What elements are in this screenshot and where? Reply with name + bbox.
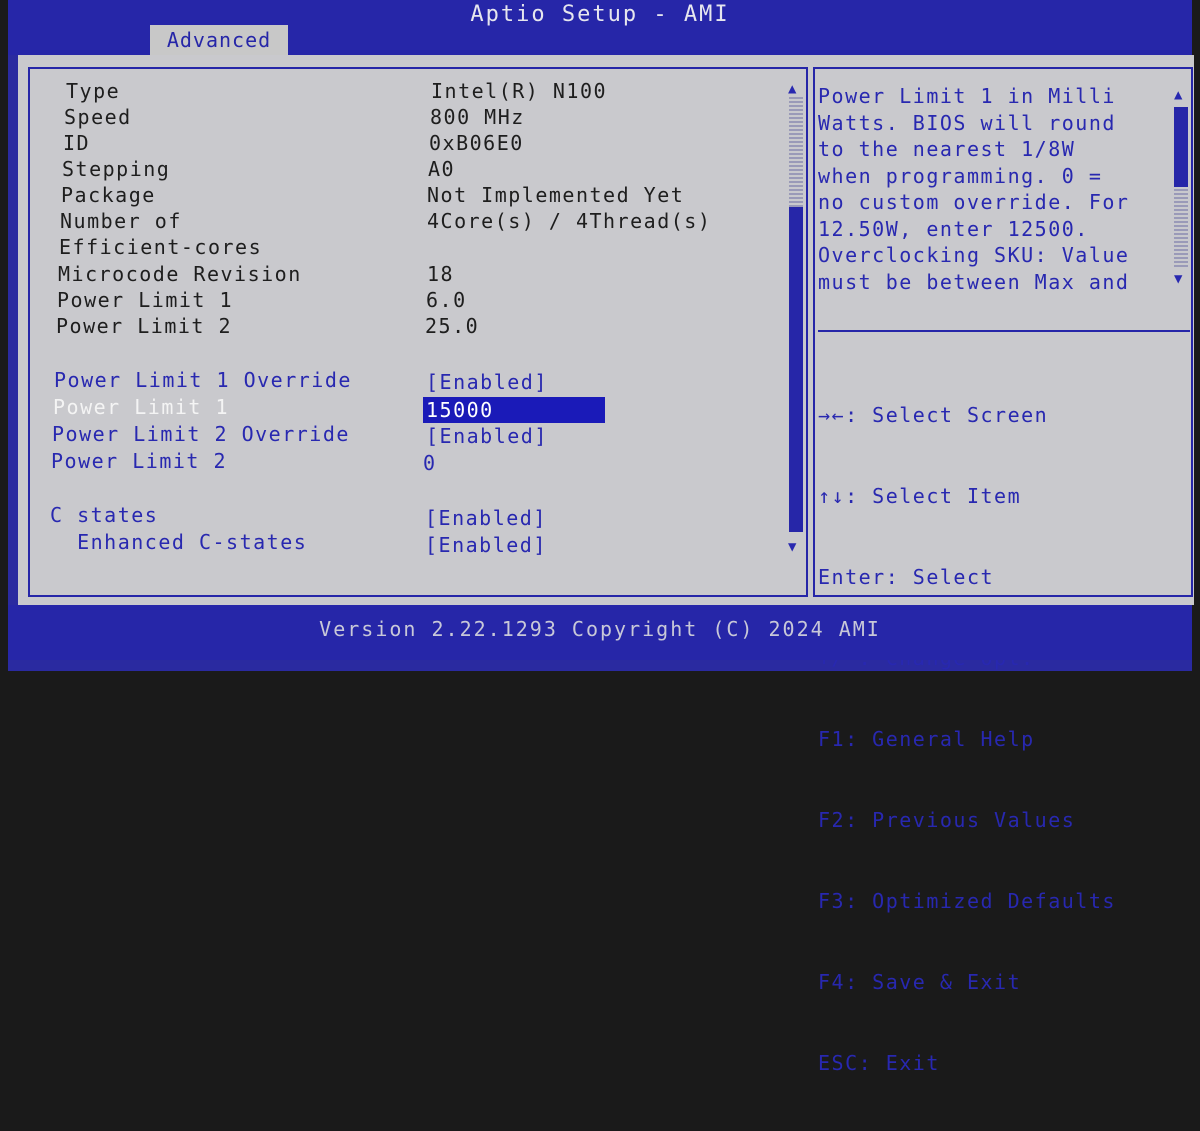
info-label-id: ID: [63, 131, 91, 155]
option-value-enhanced-c-states[interactable]: [Enabled]: [425, 533, 547, 557]
title-bar: Aptio Setup - AMI Advanced: [8, 0, 1192, 55]
option-value-power-limit-1-override[interactable]: [Enabled]: [426, 370, 548, 394]
info-value-id: 0xB06E0: [429, 131, 524, 155]
option-power-limit-2-override[interactable]: Power Limit 2 Override: [52, 422, 350, 446]
option-power-limit-2[interactable]: Power Limit 2: [51, 449, 227, 473]
key-f3: F3: Optimized Defaults: [818, 889, 1116, 913]
info-label-type: Type: [66, 79, 121, 103]
help-divider: [818, 330, 1190, 332]
info-label-power-limit-2: Power Limit 2: [56, 314, 233, 338]
info-label-speed: Speed: [64, 105, 132, 129]
key-select-screen: →←: Select Screen: [818, 403, 1049, 427]
app-title: Aptio Setup - AMI: [470, 2, 730, 27]
version-text: Version 2.22.1293 Copyright (C) 2024 AMI: [319, 617, 881, 641]
info-value-speed: 800 MHz: [430, 105, 525, 129]
key-f2: F2: Previous Values: [818, 808, 1076, 832]
info-label-power-limit-1: Power Limit 1: [57, 288, 234, 312]
info-label-microcode: Microcode Revision: [58, 262, 302, 286]
info-value-stepping: A0: [428, 157, 456, 181]
scroll-down-icon[interactable]: ▼: [788, 539, 796, 555]
option-value-power-limit-2[interactable]: 0: [423, 451, 437, 475]
option-value-power-limit-2-override[interactable]: [Enabled]: [426, 424, 548, 448]
tab-advanced[interactable]: Advanced: [150, 25, 288, 55]
info-value-microcode: 18: [427, 262, 455, 286]
key-legend: →←: Select Screen ↑↓: Select Item Enter:…: [818, 348, 1116, 1131]
help-scrollbar-thumb[interactable]: [1174, 107, 1188, 187]
info-value-power-limit-2: 25.0: [425, 314, 480, 338]
key-select-item: ↑↓: Select Item: [818, 484, 1022, 508]
info-label-package: Package: [61, 183, 156, 207]
info-value-package: Not Implemented Yet: [427, 183, 685, 207]
main-area: Type Intel(R) N100 Speed 800 MHz ID 0xB0…: [18, 55, 1194, 1075]
key-f4: F4: Save & Exit: [818, 970, 1022, 994]
bios-screen: Aptio Setup - AMI Advanced Type Intel(R)…: [8, 0, 1194, 1075]
info-value-cores: 4Core(s) / 4Thread(s): [427, 209, 712, 233]
info-value-type: Intel(R) N100: [431, 79, 608, 103]
help-scroll-up-icon[interactable]: ▲: [1174, 87, 1182, 103]
help-text: Power Limit 1 in Milli Watts. BIOS will …: [818, 84, 1130, 294]
option-power-limit-1-override[interactable]: Power Limit 1 Override: [54, 368, 352, 392]
option-power-limit-1[interactable]: Power Limit 1: [53, 395, 229, 419]
key-enter: Enter: Select: [818, 565, 995, 589]
scrollbar-thumb[interactable]: [789, 207, 803, 532]
key-f1: F1: General Help: [818, 727, 1035, 751]
option-c-states[interactable]: C states: [50, 503, 158, 527]
scroll-up-icon[interactable]: ▲: [788, 81, 796, 97]
power-limit-1-input[interactable]: 15000: [423, 397, 605, 423]
option-value-c-states[interactable]: [Enabled]: [425, 506, 547, 530]
info-label-efficient-cores: Efficient-cores: [59, 235, 263, 259]
info-value-power-limit-1: 6.0: [426, 288, 467, 312]
help-scrollbar-track[interactable]: [1174, 187, 1188, 267]
info-label-stepping: Stepping: [62, 157, 171, 181]
key-esc: ESC: Exit: [818, 1051, 940, 1075]
footer-bar: Version 2.22.1293 Copyright (C) 2024 AMI: [8, 605, 1192, 660]
info-label-cores: Number of: [60, 209, 182, 233]
help-scroll-down-icon[interactable]: ▼: [1174, 271, 1182, 287]
option-enhanced-c-states[interactable]: Enhanced C-states: [50, 530, 307, 554]
scrollbar-track[interactable]: [789, 97, 803, 207]
